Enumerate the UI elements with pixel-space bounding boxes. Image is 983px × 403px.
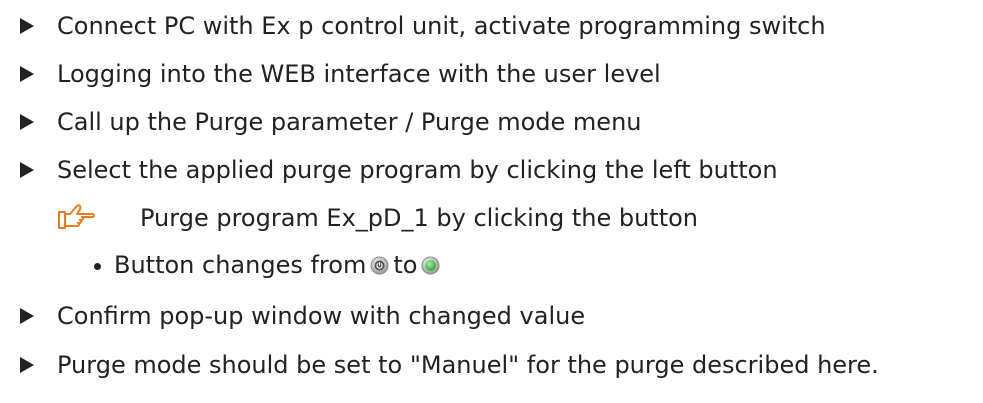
arrow-bullet-icon [20, 18, 34, 34]
pointing-hand-icon [58, 204, 96, 229]
sub-bullet-text: Button changes from to [114, 245, 444, 285]
step-text: Call up the Purge parameter / Purge mode… [57, 108, 642, 136]
bullet-text-before: Button changes from [114, 251, 367, 279]
step-text: Connect PC with Ex p control unit, activ… [57, 12, 826, 40]
bullet-dot [94, 263, 101, 270]
arrow-bullet-icon [20, 162, 34, 178]
step-text: Confirm pop-up window with changed value [57, 302, 586, 330]
step-text: Select the applied purge program by clic… [57, 156, 778, 184]
step-text: Purge mode should be set to "Manuel" for… [57, 351, 879, 379]
arrow-bullet-icon [20, 66, 34, 82]
step-text: Logging into the WEB interface with the … [57, 60, 661, 88]
arrow-bullet-icon [20, 114, 34, 130]
bullet-text-middle: to [393, 251, 418, 279]
arrow-bullet-icon [20, 308, 34, 324]
arrow-bullet-icon [20, 357, 34, 373]
hint-text: Purge program Ex_pD_1 by clicking the bu… [140, 204, 698, 232]
power-button-off-icon [370, 256, 389, 275]
power-button-on-icon [421, 256, 440, 275]
